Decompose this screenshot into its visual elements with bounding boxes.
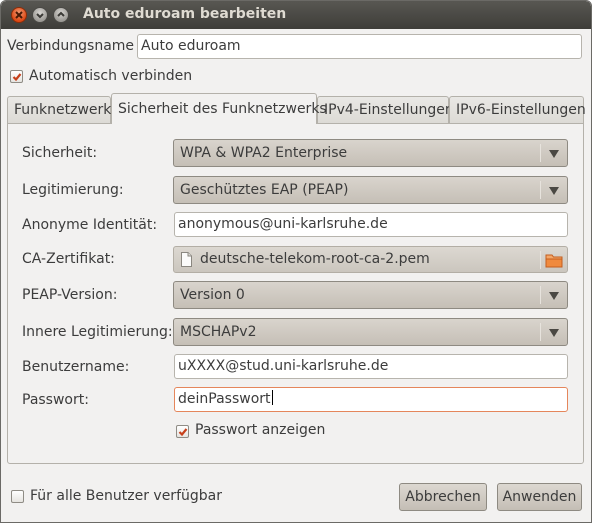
maximize-icon: [57, 11, 65, 17]
tab-ipv6[interactable]: IPv6-Einstellungen: [449, 96, 586, 124]
ca-certificate-chooser[interactable]: deutsche-telekom-root-ca-2.pem: [173, 246, 568, 273]
minimize-button[interactable]: [32, 7, 48, 23]
all-users-label: Für alle Benutzer verfügbar: [30, 488, 222, 504]
autoconnect-label: Automatisch verbinden: [29, 68, 193, 84]
tab-ipv4[interactable]: IPv4-Einstellungen: [317, 96, 454, 124]
window-title: Auto eduroam bearbeiten: [83, 6, 287, 22]
inner-auth-label: Innere Legitimierung:: [22, 324, 173, 340]
peap-version-value: Version 0: [180, 287, 245, 303]
security-label: Sicherheit:: [22, 145, 98, 161]
dropdown-arrow-icon: [549, 292, 559, 300]
cancel-button[interactable]: Abbrechen: [399, 483, 487, 511]
folder-icon: [545, 254, 563, 268]
maximize-button[interactable]: [53, 7, 69, 23]
show-password-label: Passwort anzeigen: [195, 422, 326, 438]
anonymous-identity-label: Anonyme Identität:: [22, 217, 158, 233]
dropdown-arrow-icon: [549, 187, 559, 195]
dropdown-arrow-icon: [549, 150, 559, 158]
text-cursor: [271, 390, 273, 405]
minimize-icon: [36, 13, 44, 19]
username-label: Benutzername:: [22, 359, 130, 375]
document-icon: [181, 252, 192, 267]
connection-name-label: Verbindungsname: [7, 38, 135, 54]
inner-auth-value: MSCHAPv2: [180, 324, 257, 340]
security-combo-value: WPA & WPA2 Enterprise: [180, 145, 348, 161]
peap-version-combo[interactable]: Version 0: [173, 281, 568, 309]
dropdown-arrow-icon: [549, 329, 559, 337]
checkmark-icon: [178, 428, 188, 437]
peap-version-label: PEAP-Version:: [22, 287, 118, 303]
anonymous-identity-input[interactable]: anonymous@uni-karlsruhe.de: [174, 212, 568, 237]
close-icon: [15, 11, 23, 19]
title-bar: Auto eduroam bearbeiten: [1, 1, 591, 29]
autoconnect-checkbox[interactable]: [10, 70, 23, 83]
auth-combo-value: Geschütztes EAP (PEAP): [180, 182, 349, 198]
password-input[interactable]: deinPasswort: [174, 387, 568, 412]
password-value: deinPasswort: [178, 391, 271, 407]
apply-button[interactable]: Anwenden: [497, 483, 582, 511]
dialog-window: Auto eduroam bearbeiten Verbindungsname …: [0, 0, 592, 523]
password-label: Passwort:: [22, 392, 89, 408]
checkmark-icon: [12, 73, 22, 82]
connection-name-input[interactable]: Auto eduroam: [137, 34, 582, 59]
username-input[interactable]: uXXXX@stud.uni-karlsruhe.de: [174, 354, 568, 379]
inner-auth-combo[interactable]: MSCHAPv2: [173, 318, 568, 346]
tab-sicherheit[interactable]: Sicherheit des Funknetzwerks: [111, 93, 327, 124]
all-users-checkbox[interactable]: [11, 490, 24, 503]
auth-label: Legitimierung:: [22, 182, 124, 198]
show-password-checkbox[interactable]: [176, 425, 189, 438]
auth-combo[interactable]: Geschütztes EAP (PEAP): [173, 176, 568, 204]
tab-funknetzwerk[interactable]: Funknetzwerk: [7, 96, 111, 124]
close-button[interactable]: [11, 7, 27, 23]
security-combo[interactable]: WPA & WPA2 Enterprise: [173, 139, 568, 167]
ca-certificate-value: deutsche-telekom-root-ca-2.pem: [200, 251, 430, 267]
ca-certificate-label: CA-Zertifikat:: [22, 251, 115, 267]
